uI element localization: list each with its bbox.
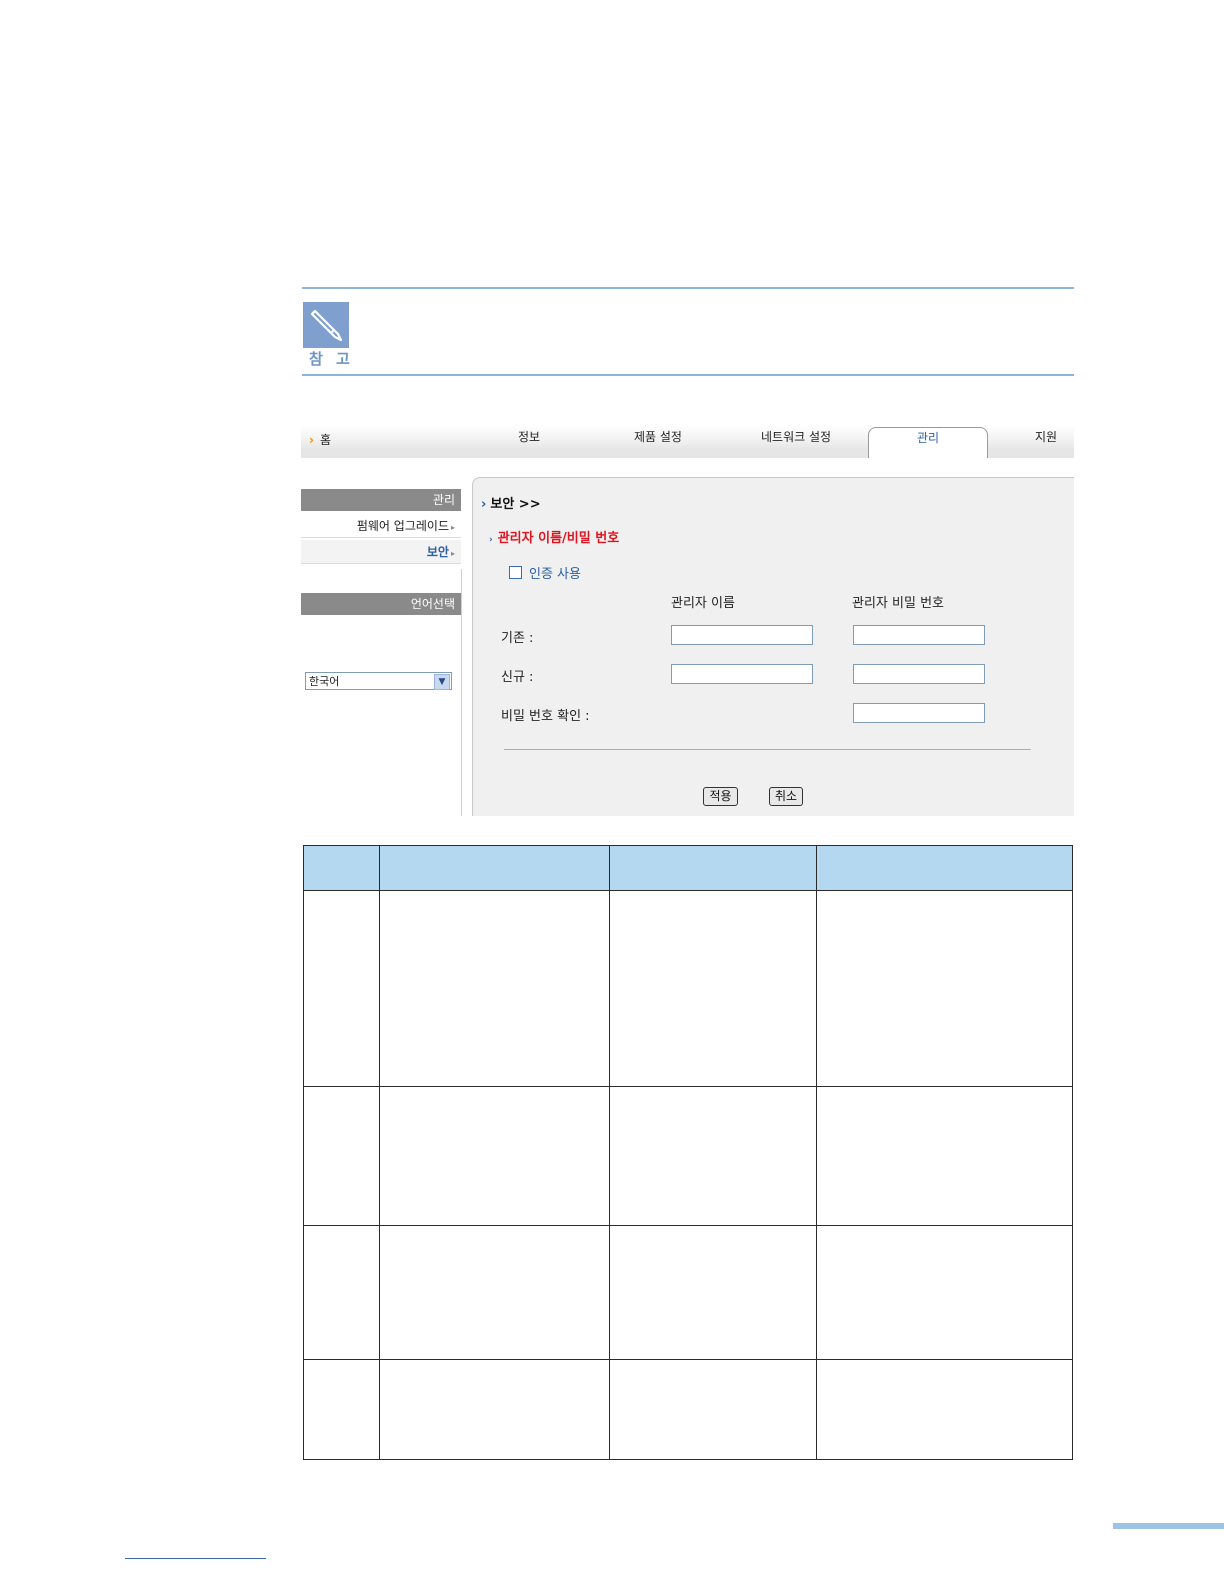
new-row-label: 신규 :: [501, 670, 534, 685]
sidebar-item-label: 보안: [426, 545, 449, 559]
language-select[interactable]: 한국어 ▼: [305, 672, 452, 690]
sidebar: 관리 펌웨어 업그레이드 ▸ 보안 ▸ 언어선택 한국어 ▼: [301, 477, 472, 816]
nav-home-label: 홈: [319, 433, 331, 447]
enable-auth-row[interactable]: 인증 사용: [509, 563, 581, 582]
table-cell: [379, 1086, 610, 1226]
table-row: [303, 1225, 1073, 1360]
chevron-right-icon: ›: [489, 535, 493, 545]
table-cell: [303, 890, 380, 1087]
new-password-input[interactable]: [853, 664, 985, 684]
sidebar-item-label: 펌웨어 업그레이드: [356, 519, 449, 533]
enable-auth-label: 인증 사용: [529, 567, 581, 582]
page-title: › 보안 >>: [481, 493, 541, 512]
form-divider: [504, 749, 1031, 750]
table-cell: [816, 890, 1073, 1087]
security-settings-panel: › 홈 정보 제품 설정 네트워크 설정 관리 지원 관리 펌웨어 업그레이드 ▸ …: [301, 425, 1074, 816]
sidebar-section-header: 관리: [301, 489, 461, 511]
language-select-value: 한국어: [309, 675, 340, 688]
pencil-icon: [303, 302, 349, 348]
table-header-cell: [609, 845, 817, 891]
table-header-row: [303, 845, 1073, 891]
table-cell: [303, 1086, 380, 1226]
table-cell: [379, 890, 610, 1087]
table-cell: [609, 1225, 817, 1360]
new-name-input[interactable]: [671, 664, 813, 684]
sidebar-item-security[interactable]: 보안 ▸: [301, 540, 461, 564]
note-bottom-rule: [302, 374, 1074, 376]
table-cell: [816, 1225, 1073, 1360]
apply-button[interactable]: 적용: [703, 787, 738, 806]
tab-info[interactable]: 정보: [518, 428, 540, 445]
cancel-button[interactable]: 취소: [769, 787, 803, 806]
language-header: 언어선택: [301, 593, 461, 615]
nav-home-link[interactable]: › 홈: [309, 431, 331, 448]
note-top-rule: [302, 287, 1074, 289]
table-header-cell: [816, 845, 1073, 891]
table-cell: [379, 1359, 610, 1460]
section-subtitle-text: 관리자 이름/비밀 번호: [497, 531, 620, 546]
chevron-down-icon[interactable]: ▼: [434, 674, 450, 690]
security-content: › 보안 >> › 관리자 이름/비밀 번호 인증 사용 관리자 이름 관리자 비밀…: [472, 477, 1074, 816]
table-cell: [609, 890, 817, 1087]
current-password-input[interactable]: [853, 625, 985, 645]
tab-network-settings[interactable]: 네트워크 설정: [761, 428, 831, 445]
current-row-label: 기존 :: [501, 631, 534, 646]
tab-support[interactable]: 지원: [1035, 428, 1057, 445]
table-cell: [816, 1086, 1073, 1226]
enable-auth-checkbox[interactable]: [509, 566, 522, 579]
chevron-right-icon: ›: [309, 433, 314, 447]
sidebar-item-firmware-upgrade[interactable]: 펌웨어 업그레이드 ▸: [301, 514, 461, 538]
tab-admin[interactable]: 관리: [868, 427, 988, 458]
section-subtitle: › 관리자 이름/비밀 번호: [489, 527, 619, 546]
footer-rule: [125, 1558, 266, 1559]
table-cell: [816, 1359, 1073, 1460]
triangle-right-icon: ▸: [450, 523, 455, 532]
table-cell: [303, 1225, 380, 1360]
current-name-input[interactable]: [671, 625, 813, 645]
table-row: [303, 1359, 1073, 1460]
page-title-text: 보안 >>: [490, 497, 541, 512]
table-cell: [609, 1086, 817, 1226]
note-label: 참 고: [309, 350, 354, 368]
table-cell: [303, 1359, 380, 1460]
table-row: [303, 1086, 1073, 1226]
admin-name-column-label: 관리자 이름: [671, 596, 735, 611]
top-navigation: › 홈 정보 제품 설정 네트워크 설정 관리 지원: [301, 425, 1074, 458]
tab-product-settings[interactable]: 제품 설정: [634, 428, 682, 445]
chevron-right-icon: ›: [481, 497, 487, 512]
table-header-cell: [303, 845, 380, 891]
confirm-row-label: 비밀 번호 확인 :: [501, 709, 590, 724]
confirm-password-input[interactable]: [853, 703, 985, 723]
description-table: [303, 845, 1073, 1460]
table-row: [303, 890, 1073, 1087]
triangle-right-icon: ▸: [450, 549, 455, 558]
admin-password-column-label: 관리자 비밀 번호: [852, 596, 944, 611]
table-header-cell: [379, 845, 610, 891]
table-cell: [609, 1359, 817, 1460]
table-cell: [379, 1225, 610, 1360]
footer-accent-bar: [1113, 1523, 1224, 1529]
sidebar-divider: [461, 569, 462, 816]
